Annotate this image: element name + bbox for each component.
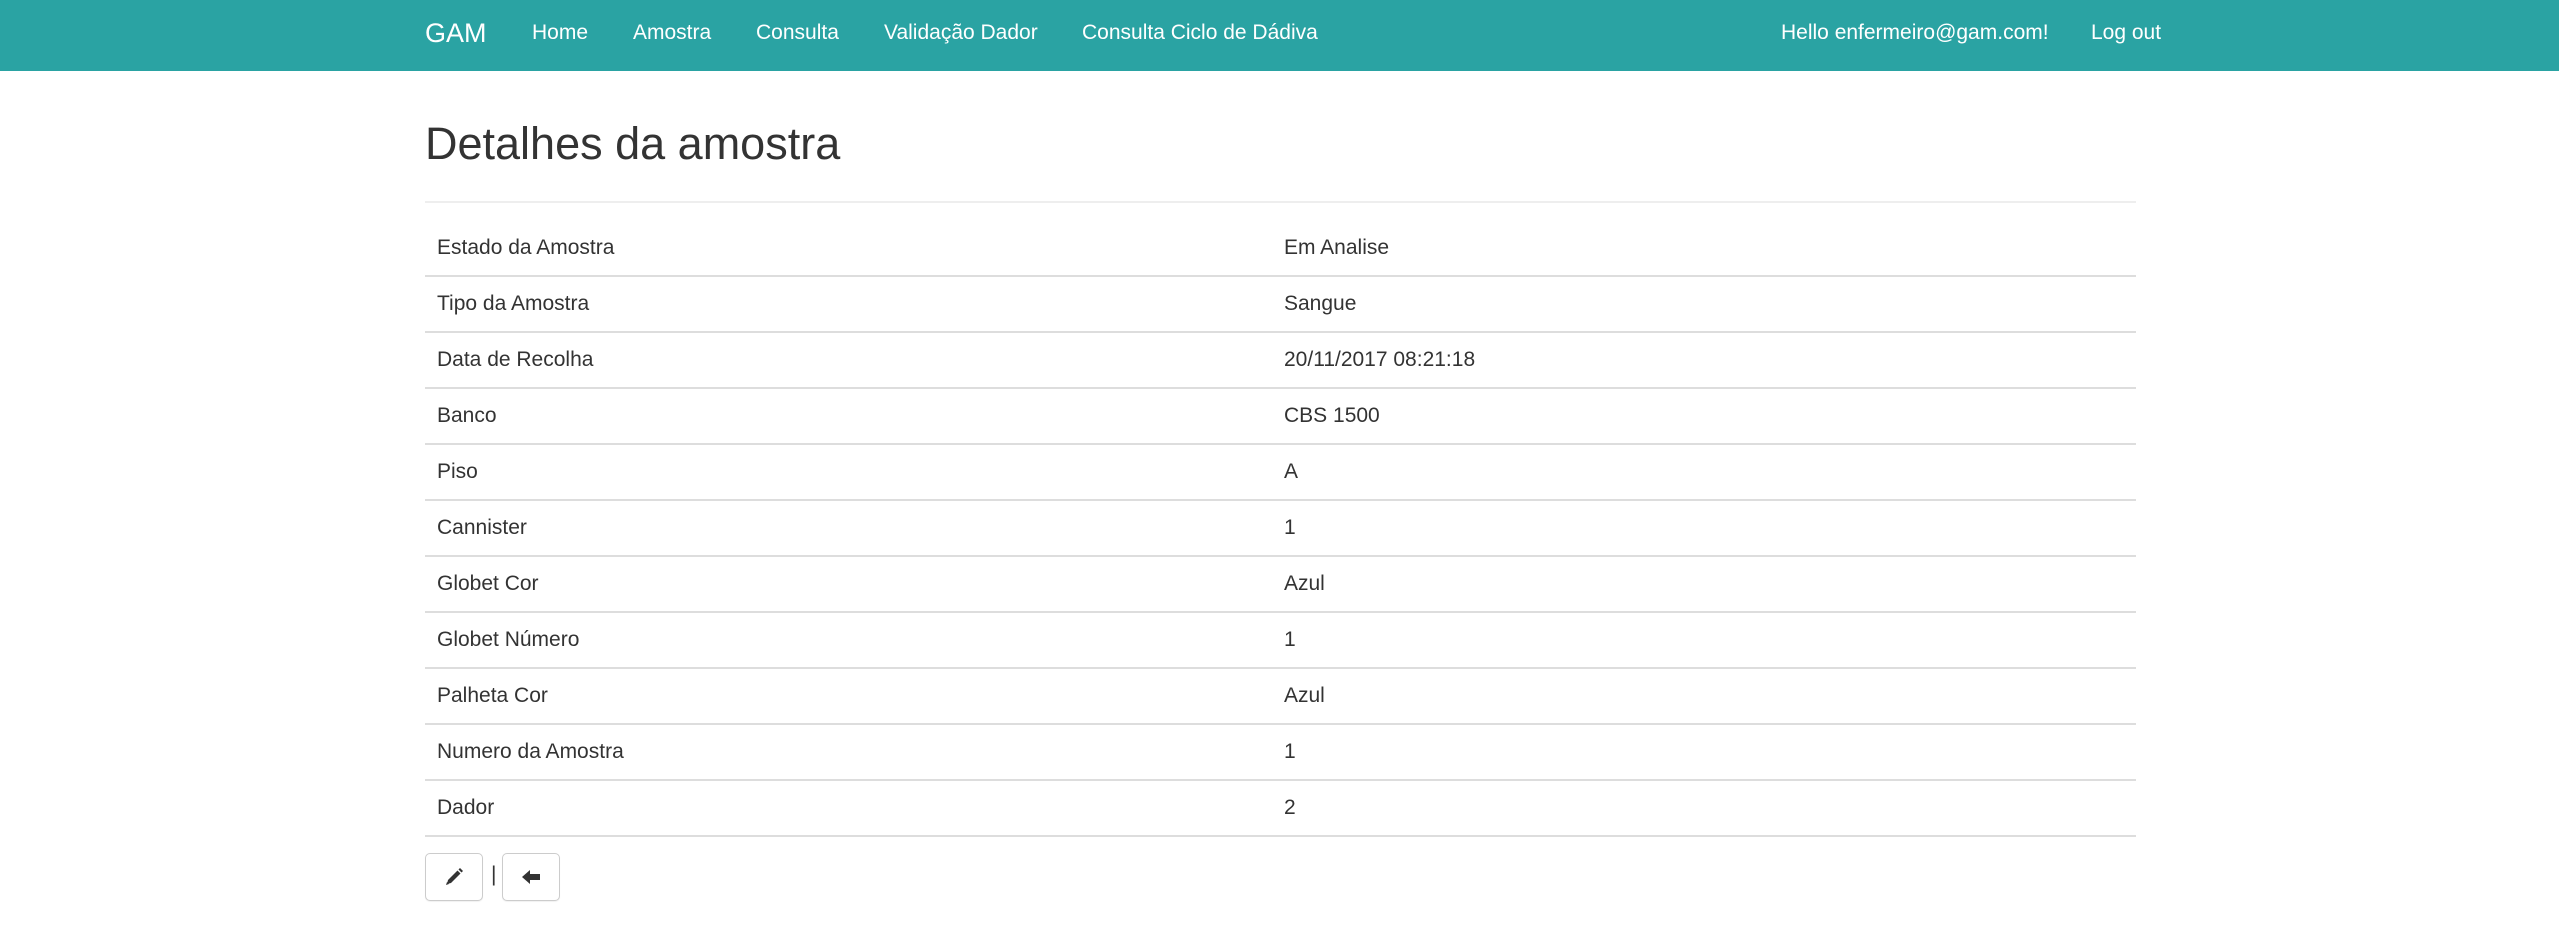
nav-link-amostra[interactable]: Amostra: [633, 0, 711, 71]
detail-label: Tipo da Amostra: [425, 276, 1272, 333]
detail-label: Banco: [425, 388, 1272, 445]
detail-label: Dador: [425, 780, 1272, 837]
logout-link[interactable]: Log out: [2091, 0, 2161, 71]
detail-label: Cannister: [425, 500, 1272, 557]
table-row: Tipo da Amostra Sangue: [425, 276, 2136, 333]
table-row: Globet Cor Azul: [425, 556, 2136, 613]
table-row: Numero da Amostra 1: [425, 724, 2136, 781]
detail-value: Azul: [1272, 668, 2136, 725]
detail-label: Globet Número: [425, 612, 1272, 669]
table-row: Banco CBS 1500: [425, 388, 2136, 445]
nav-link-home[interactable]: Home: [532, 0, 588, 71]
navbar-inner: GAM Home Amostra Consulta Validação Dado…: [425, 0, 2162, 71]
detail-label: Estado da Amostra: [425, 221, 1272, 277]
brand-link[interactable]: GAM: [425, 0, 487, 71]
detail-value: 1: [1272, 500, 2136, 557]
detail-label: Piso: [425, 444, 1272, 501]
page-title: Detalhes da amostra: [425, 118, 841, 169]
arrow-left-icon: [522, 870, 540, 884]
detail-value: Sangue: [1272, 276, 2136, 333]
table-row: Globet Número 1: [425, 612, 2136, 669]
table-row: Palheta Cor Azul: [425, 668, 2136, 725]
pencil-icon: [446, 868, 463, 885]
details-table-body: Estado da Amostra Em Analise Tipo da Amo…: [425, 221, 2136, 837]
nav-link-consulta[interactable]: Consulta: [756, 0, 839, 71]
top-navbar: GAM Home Amostra Consulta Validação Dado…: [0, 0, 2559, 71]
detail-value: 20/11/2017 08:21:18: [1272, 332, 2136, 389]
detail-value: 2: [1272, 780, 2136, 837]
back-button[interactable]: [502, 853, 560, 901]
action-separator: |: [491, 863, 497, 886]
table-row: Dador 2: [425, 780, 2136, 837]
detail-value: 1: [1272, 724, 2136, 781]
detail-label: Globet Cor: [425, 556, 1272, 613]
detail-label: Data de Recolha: [425, 332, 1272, 389]
table-row: Piso A: [425, 444, 2136, 501]
detail-label: Numero da Amostra: [425, 724, 1272, 781]
detail-value: Em Analise: [1272, 221, 2136, 277]
user-greeting-link[interactable]: Hello enfermeiro@gam.com!: [1781, 0, 2049, 71]
details-table: Estado da Amostra Em Analise Tipo da Amo…: [425, 221, 2136, 837]
title-divider: [425, 201, 2136, 203]
table-row: Cannister 1: [425, 500, 2136, 557]
detail-label: Palheta Cor: [425, 668, 1272, 725]
detail-value: CBS 1500: [1272, 388, 2136, 445]
edit-button[interactable]: [425, 853, 483, 901]
detail-value: A: [1272, 444, 2136, 501]
table-row: Data de Recolha 20/11/2017 08:21:18: [425, 332, 2136, 389]
table-row: Estado da Amostra Em Analise: [425, 221, 2136, 277]
detail-value: 1: [1272, 612, 2136, 669]
detail-value: Azul: [1272, 556, 2136, 613]
nav-link-consulta-ciclo[interactable]: Consulta Ciclo de Dádiva: [1082, 0, 1318, 71]
nav-link-validacao-dador[interactable]: Validação Dador: [884, 0, 1038, 71]
